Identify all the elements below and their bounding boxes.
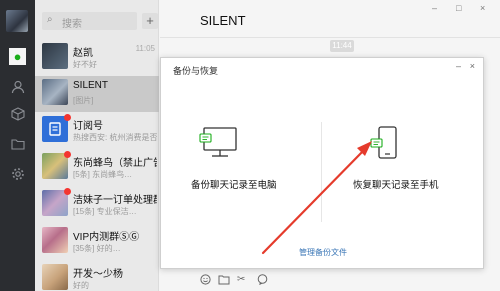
scissors-icon[interactable]: ✂ xyxy=(237,274,245,285)
conversation-preview: [15条] 专业保洁… xyxy=(73,207,137,216)
conversation-name: 东尚蜂鸟（禁止广告… xyxy=(73,158,157,169)
folder-icon[interactable] xyxy=(218,274,230,288)
list-item[interactable]: 订阅号 热搜西安: 杭州消费是否… xyxy=(35,113,159,149)
list-item[interactable]: 东尚蜂鸟（禁止广告… [5条] 东尚蜂鸟… xyxy=(35,150,159,186)
dialog-minimize-button[interactable]: – xyxy=(456,61,461,71)
manage-backup-files-link[interactable]: 管理备份文件 xyxy=(299,247,347,258)
close-window-button[interactable]: × xyxy=(480,3,485,13)
avatar xyxy=(42,79,68,105)
conversation-name: 开发～少杨 xyxy=(73,269,123,280)
unread-badge xyxy=(64,114,71,121)
conversation-preview: [图片] xyxy=(73,96,94,105)
search-box[interactable]: ⌕ 搜索 xyxy=(42,12,137,30)
speech-icon[interactable] xyxy=(257,274,268,288)
conversation-preview: 好的 xyxy=(73,281,89,290)
my-avatar[interactable] xyxy=(6,10,28,32)
list-item[interactable]: SILENT [图片] xyxy=(35,76,159,112)
conversation-name: SILENT xyxy=(73,80,109,91)
conversation-preview: [35条] 好的… xyxy=(73,244,121,253)
search-icon: ⌕ xyxy=(47,14,53,25)
list-item[interactable]: 赵凯 好不好 11:05 xyxy=(35,40,159,76)
list-item[interactable]: 开发～少杨 好的 xyxy=(35,261,159,291)
conversation-name: VIP内测群ⓈⒼ xyxy=(73,232,140,243)
conversation-preview: [5条] 东尚蜂鸟… xyxy=(73,170,133,179)
list-item[interactable]: VIP内测群ⓈⒼ [35条] 好的… xyxy=(35,224,159,260)
avatar xyxy=(42,43,68,69)
restore-to-phone-option[interactable]: 恢复聊天记录至手机 xyxy=(341,118,471,198)
backup-to-pc-label: 备份聊天记录至电脑 xyxy=(191,180,277,191)
dialog-close-button[interactable]: × xyxy=(470,61,475,71)
message-timestamp: 11:44 xyxy=(330,40,354,52)
maximize-window-button[interactable]: □ xyxy=(456,3,461,13)
conversation-time: 11:05 xyxy=(135,44,155,53)
unread-badge xyxy=(64,188,71,195)
settings-gear-icon[interactable] xyxy=(9,167,26,184)
folder-icon[interactable] xyxy=(9,137,26,154)
contacts-icon[interactable] xyxy=(9,80,26,97)
header-divider xyxy=(160,37,500,38)
backup-to-pc-option[interactable]: 备份聊天记录至电脑 xyxy=(181,118,311,198)
unread-badge xyxy=(64,151,71,158)
minimize-window-button[interactable]: – xyxy=(432,3,437,13)
favorites-icon[interactable] xyxy=(9,107,26,124)
conversation-preview: 热搜西安: 杭州消费是否… xyxy=(73,133,157,142)
monitor-icon xyxy=(199,127,237,157)
side-rail: ● xyxy=(0,0,35,291)
list-item[interactable]: 洁妹子一订单处理群 [15条] 专业保洁… xyxy=(35,187,159,223)
dialog-title: 备份与恢复 xyxy=(173,66,219,76)
conversation-list: ⌕ 搜索 + 赵凯 好不好 11:05 SILENT [图片] 订阅号 热搜西安… xyxy=(35,0,159,291)
phone-icon xyxy=(370,126,397,159)
conversation-preview: 好不好 xyxy=(73,60,97,69)
emoji-icon[interactable] xyxy=(200,274,211,288)
conversation-name: 订阅号 xyxy=(73,121,103,132)
search-input[interactable]: 搜索 xyxy=(62,15,82,30)
avatar xyxy=(42,264,68,290)
chat-title: SILENT xyxy=(200,13,246,28)
backup-restore-dialog: 备份与恢复 – × 备份聊天记录至电脑 恢复聊天记录至手机 管理备份文件 xyxy=(160,57,484,269)
option-divider xyxy=(321,122,322,222)
add-chat-button[interactable]: + xyxy=(142,13,158,29)
conversation-name: 洁妹子一订单处理群 xyxy=(73,195,157,206)
avatar xyxy=(42,227,68,253)
input-toolbar: ✂ xyxy=(160,272,500,291)
restore-to-phone-label: 恢复聊天记录至手机 xyxy=(353,180,439,191)
chat-icon[interactable]: ● xyxy=(9,48,26,65)
